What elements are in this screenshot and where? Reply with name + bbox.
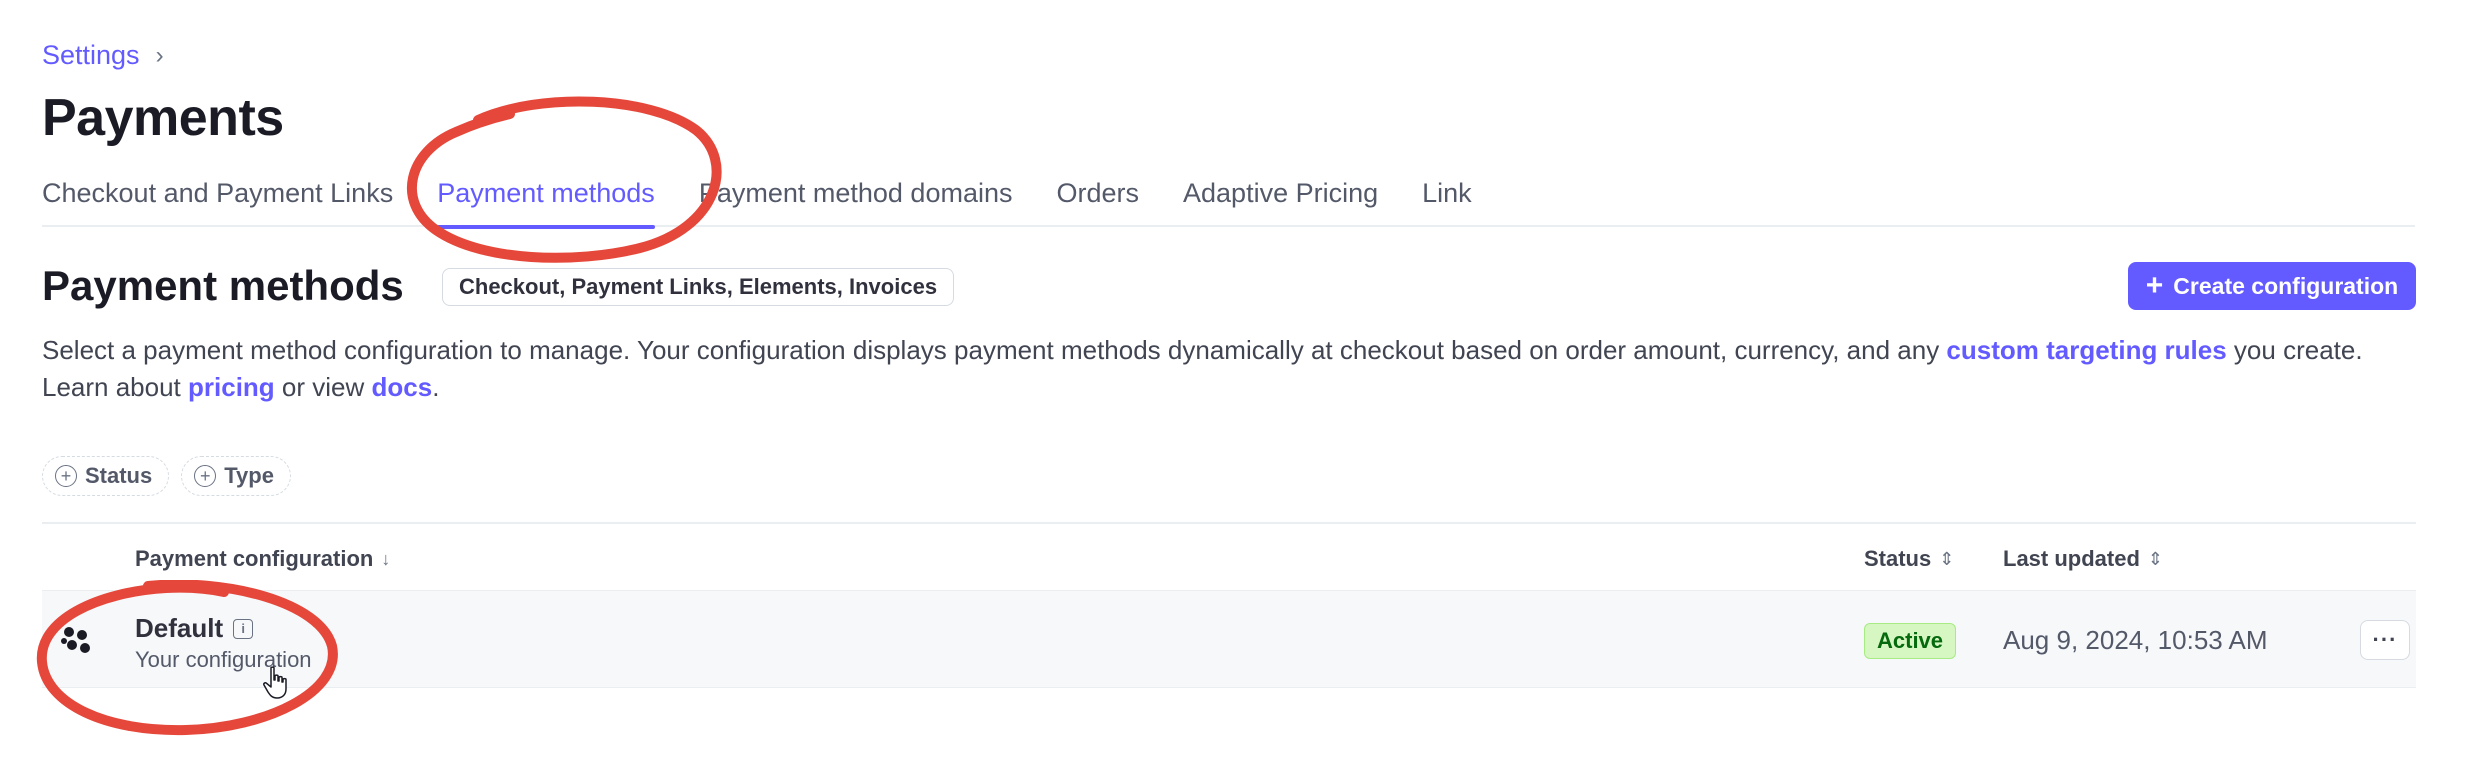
configuration-name-label: Default	[135, 613, 224, 643]
column-header-label: Last updated	[2003, 546, 2140, 571]
status-filter-label: Status	[85, 463, 153, 488]
column-header-status[interactable]: Status ⇕	[1864, 546, 1954, 572]
description-text-3: or view	[274, 372, 372, 402]
column-header-label: Status	[1864, 546, 1932, 571]
type-filter-button[interactable]: + Type	[181, 456, 291, 496]
create-configuration-label: Create configuration	[2173, 272, 2399, 299]
sort-down-icon: ↓	[381, 548, 391, 569]
filter-bar: + Status + Type	[42, 456, 291, 496]
breadcrumb: Settings ›	[42, 40, 164, 71]
scope-badge: Checkout, Payment Links, Elements, Invoi…	[442, 268, 955, 306]
sort-icon: ⇕	[1939, 548, 1955, 569]
breadcrumb-settings-link[interactable]: Settings	[42, 40, 140, 71]
hand-pointer-cursor-icon	[263, 666, 287, 699]
pricing-link[interactable]: pricing	[188, 372, 275, 402]
status-filter-button[interactable]: + Status	[42, 456, 170, 496]
section-title: Payment methods	[42, 262, 404, 309]
settings-tabs: Checkout and Payment Links Payment metho…	[42, 172, 2415, 229]
last-updated-value: Aug 9, 2024, 10:53 AM	[2003, 625, 2268, 655]
create-configuration-button[interactable]: + Create configuration	[2128, 262, 2416, 310]
sort-icon: ⇕	[2147, 548, 2163, 569]
add-circle-icon: +	[55, 465, 77, 487]
page-title: Payments	[42, 89, 284, 147]
payment-config-dots-icon	[61, 627, 90, 653]
type-filter-label: Type	[224, 463, 274, 488]
table-row[interactable]: Default i Your configuration Active Aug …	[42, 590, 2416, 688]
section-description: Select a payment method configuration to…	[42, 332, 2422, 406]
configuration-name: Default i	[135, 613, 254, 644]
tab-orders[interactable]: Orders	[1034, 172, 1161, 227]
more-actions-button[interactable]: ···	[2360, 620, 2410, 660]
description-text-4: .	[432, 372, 440, 402]
description-text-1: Select a payment method configuration to…	[42, 335, 1947, 365]
add-circle-icon: +	[194, 465, 217, 487]
chevron-right-icon: ›	[155, 41, 164, 69]
tab-payment-methods[interactable]: Payment methods	[415, 172, 677, 229]
plus-icon: +	[2145, 269, 2164, 302]
tab-adaptive-pricing[interactable]: Adaptive Pricing	[1161, 172, 1400, 227]
custom-targeting-rules-link[interactable]: custom targeting rules	[1946, 335, 2226, 365]
info-icon[interactable]: i	[233, 618, 254, 639]
tab-payment-method-domains[interactable]: Payment method domains	[677, 172, 1035, 227]
status-badge: Active	[1864, 623, 1957, 659]
column-header-label: Payment configuration	[135, 546, 374, 571]
docs-link[interactable]: docs	[372, 372, 433, 402]
tab-link[interactable]: Link	[1400, 172, 1494, 227]
column-header-last-updated[interactable]: Last updated ⇕	[2003, 546, 2163, 572]
tab-checkout-and-payment-links[interactable]: Checkout and Payment Links	[42, 172, 415, 227]
column-header-payment-configuration[interactable]: Payment configuration ↓	[135, 546, 390, 572]
table-divider	[42, 522, 2416, 524]
